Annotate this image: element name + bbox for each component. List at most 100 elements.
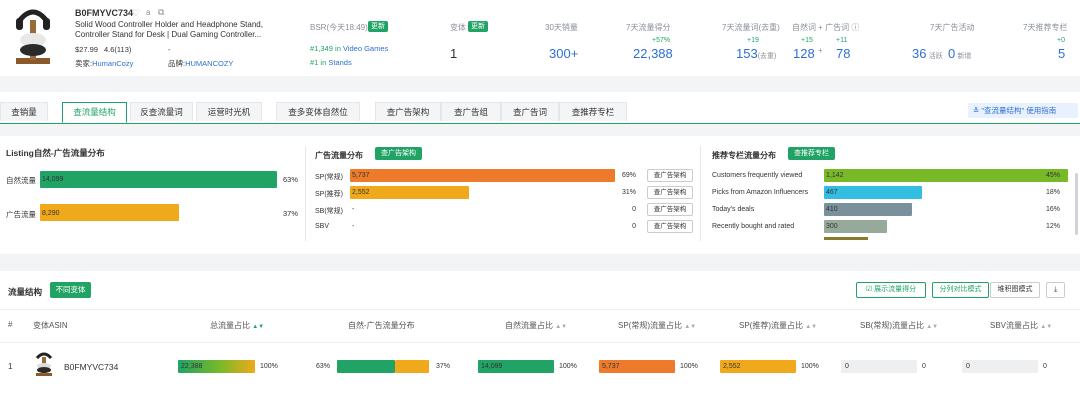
rec-scrollbar[interactable] bbox=[1075, 173, 1078, 235]
col-natural-share[interactable]: 自然流量占比 ▲▼ bbox=[505, 320, 567, 331]
brand-label: 品牌: bbox=[168, 59, 186, 68]
ad-split-pct: 37% bbox=[436, 363, 451, 370]
ads-architecture-button[interactable]: 查广告架构 bbox=[375, 147, 422, 160]
ads-row-pct: 0 bbox=[632, 206, 636, 213]
sort-icon[interactable]: ▲▼ bbox=[926, 324, 938, 330]
col-sbv-share-label: SBV流量占比 bbox=[990, 321, 1039, 330]
sb-share-pct: 0 bbox=[922, 363, 926, 370]
listing-natural-bar[interactable] bbox=[40, 171, 277, 188]
ad-words-value[interactable]: 78 bbox=[836, 46, 850, 61]
rank1-category-link[interactable]: Video Games bbox=[343, 44, 388, 53]
variants-value: 1 bbox=[450, 46, 458, 61]
tab-time-machine[interactable]: 运营时光机 bbox=[196, 102, 262, 121]
tab-ad-keywords[interactable]: 查广告词 bbox=[501, 102, 559, 121]
tab-traffic-structure[interactable]: 查流量结构 bbox=[62, 102, 127, 123]
variant-thumbnail[interactable] bbox=[33, 351, 55, 377]
col-total-share[interactable]: 总流量占比 ▲▼ bbox=[210, 320, 264, 331]
keywords-unit: (去重) bbox=[757, 53, 777, 60]
product-title-line2[interactable]: Controller Stand for Desk | Dual Gaming … bbox=[75, 30, 261, 39]
ads-row-pct: 0 bbox=[632, 223, 636, 230]
sales-value[interactable]: 300+ bbox=[549, 46, 578, 61]
col-spc-share-label: SP(常规)流量占比 bbox=[618, 321, 682, 330]
seller-link[interactable]: HumanCozy bbox=[92, 59, 133, 68]
sort-icon[interactable]: ▲▼ bbox=[252, 324, 264, 330]
ad-split-bar[interactable] bbox=[395, 360, 429, 373]
natural-split-bar[interactable] bbox=[337, 360, 395, 373]
rec-row-bar[interactable] bbox=[824, 169, 1068, 182]
sort-icon[interactable]: ▲▼ bbox=[555, 324, 567, 330]
ads-row-architecture-button[interactable]: 查广告架构 bbox=[647, 203, 693, 216]
tab-sales[interactable]: 查销量 bbox=[0, 102, 48, 121]
traffic-score-label: 7天流量得分 bbox=[626, 23, 671, 32]
rec-title: 推荐专栏流量分布 bbox=[712, 151, 776, 160]
copy-icon[interactable]: ⧉ bbox=[158, 7, 164, 18]
rec-row-bar[interactable] bbox=[824, 186, 922, 199]
stack-mode-button[interactable]: 堆积图模式 bbox=[990, 282, 1040, 298]
rec-columns-label: 7天推荐专栏 bbox=[1023, 23, 1068, 32]
ad-active-value[interactable]: 36 bbox=[912, 46, 926, 61]
rec-row-label: Picks from Amazon Influencers bbox=[712, 189, 809, 196]
tab-variant-natural[interactable]: 查多变体自然位 bbox=[276, 102, 360, 121]
sort-icon[interactable]: ▲▼ bbox=[805, 324, 817, 330]
natural-words-value[interactable]: 128 bbox=[793, 46, 815, 61]
listing-ad-value: 8,290 bbox=[42, 210, 60, 217]
natural-words-label: 自然词 bbox=[792, 23, 816, 32]
rec-row-pct: 16% bbox=[1045, 206, 1060, 213]
sales-label: 30天销量 bbox=[545, 23, 578, 32]
keywords-value[interactable]: 153 bbox=[736, 46, 758, 61]
natural-share-pct: 100% bbox=[559, 363, 577, 370]
keywords-label: 7天流量词(去重) bbox=[722, 23, 780, 32]
sb-share-value: 0 bbox=[845, 363, 849, 370]
rec-row-pct: 18% bbox=[1045, 189, 1060, 196]
variants-label: 变体 bbox=[450, 23, 466, 32]
listing-natural-value: 14,099 bbox=[42, 176, 64, 183]
compare-mode-button[interactable]: 分列对比模式 bbox=[932, 282, 989, 298]
product-title-line1[interactable]: Solid Wood Controller Holder and Headpho… bbox=[75, 20, 263, 29]
ads-row-label: SP(推荐) bbox=[315, 191, 343, 198]
product-rating: 4.6(113) bbox=[104, 45, 132, 54]
variant-filter-button[interactable]: 不同变体 bbox=[50, 282, 91, 298]
natural-share-value: 14,099 bbox=[481, 363, 503, 370]
rec-columns-button[interactable]: 查推荐专栏 bbox=[788, 147, 835, 160]
tab-reverse-keywords[interactable]: 反查流量词 bbox=[130, 102, 193, 121]
rec-columns-value[interactable]: 5 bbox=[1058, 46, 1065, 61]
heart-icon[interactable]: ♡ bbox=[132, 8, 140, 19]
product-asin[interactable]: B0FMYVC734 bbox=[75, 8, 133, 18]
sort-icon[interactable]: ▲▼ bbox=[684, 324, 696, 330]
traffic-score-value[interactable]: 22,388 bbox=[633, 46, 673, 61]
brand-link[interactable]: HUMANCOZY bbox=[185, 59, 233, 68]
tab-ad-architecture[interactable]: 查广告架构 bbox=[375, 102, 441, 121]
bsr-update-button[interactable]: 更新 bbox=[368, 21, 388, 32]
listing-ad-pct: 37% bbox=[283, 209, 299, 218]
ads-row-architecture-button[interactable]: 查广告架构 bbox=[647, 186, 693, 199]
ads-row-architecture-button[interactable]: 查广告架构 bbox=[647, 220, 693, 233]
sbv-share-bar[interactable] bbox=[962, 360, 1038, 373]
tab-ad-groups[interactable]: 查广告组 bbox=[441, 102, 501, 121]
row-asin[interactable]: B0FMYVC734 bbox=[64, 362, 118, 372]
info-icon: ⓘ bbox=[851, 23, 860, 32]
col-sb-share[interactable]: SB(常规)流量占比 ▲▼ bbox=[860, 320, 938, 331]
download-icon[interactable]: ⤓ bbox=[1046, 282, 1065, 298]
listing-ad-bar[interactable] bbox=[40, 204, 179, 221]
ads-row-architecture-button[interactable]: 查广告架构 bbox=[647, 169, 693, 182]
amazon-icon[interactable]: a bbox=[146, 8, 150, 17]
guide-link[interactable]: ≚ "查流量结构" 使用指南 bbox=[968, 103, 1078, 118]
rank2-prefix: #1 in bbox=[310, 58, 327, 67]
seller-label: 卖家: bbox=[75, 59, 93, 68]
col-natural-ad-dist: 自然-广告流量分布 bbox=[348, 321, 415, 330]
ads-row-bar[interactable] bbox=[350, 169, 615, 182]
guide-link-text: "查流量结构" 使用指南 bbox=[981, 106, 1057, 115]
ad-new-value[interactable]: 0 bbox=[948, 46, 955, 61]
col-spc-share[interactable]: SP(常规)流量占比 ▲▼ bbox=[618, 320, 696, 331]
sb-share-bar[interactable] bbox=[841, 360, 917, 373]
tab-rec-columns[interactable]: 查推荐专栏 bbox=[559, 102, 627, 121]
rank2-category-link[interactable]: Stands bbox=[328, 58, 351, 67]
variants-update-button[interactable]: 更新 bbox=[468, 21, 488, 32]
header-divider bbox=[0, 309, 1080, 310]
col-sb-share-label: SB(常规)流量占比 bbox=[860, 321, 924, 330]
sort-icon[interactable]: ▲▼ bbox=[1040, 324, 1052, 330]
col-spr-share[interactable]: SP(推荐)流量占比 ▲▼ bbox=[739, 320, 817, 331]
show-score-toggle[interactable]: ☑ 展示流量得分 bbox=[856, 282, 926, 298]
col-sbv-share[interactable]: SBV流量占比 ▲▼ bbox=[990, 320, 1052, 331]
ad-words-delta: +11 bbox=[836, 37, 848, 44]
